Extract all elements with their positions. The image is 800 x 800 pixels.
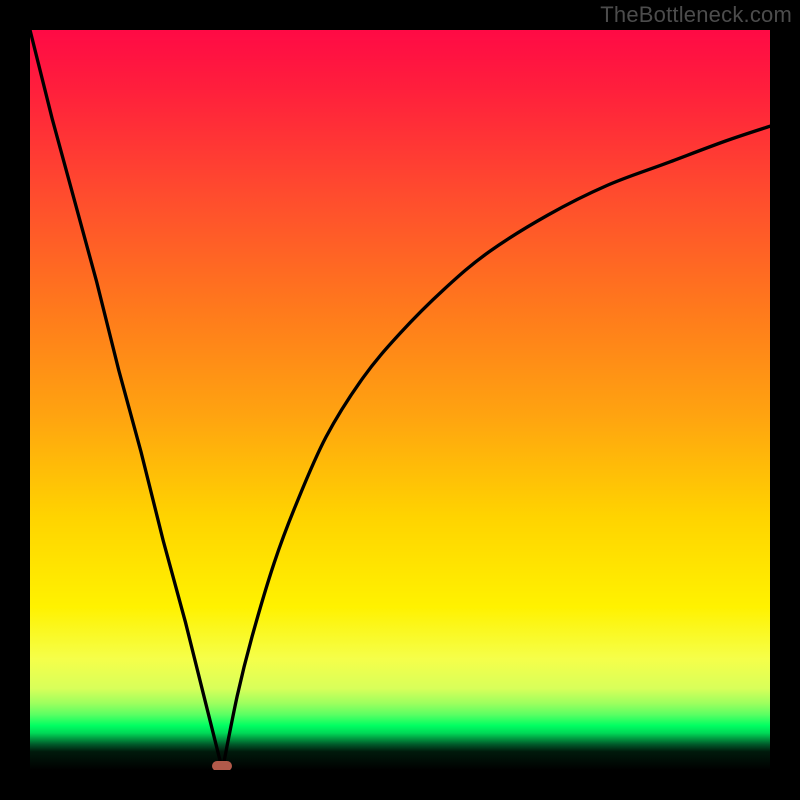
curve-right-branch: [222, 126, 770, 770]
bottleneck-curve: [30, 30, 770, 770]
watermark-text: TheBottleneck.com: [600, 2, 792, 28]
minimum-marker: [212, 761, 232, 770]
plot-area: [30, 30, 770, 770]
curve-left-branch: [30, 30, 222, 770]
chart-frame: TheBottleneck.com: [0, 0, 800, 800]
